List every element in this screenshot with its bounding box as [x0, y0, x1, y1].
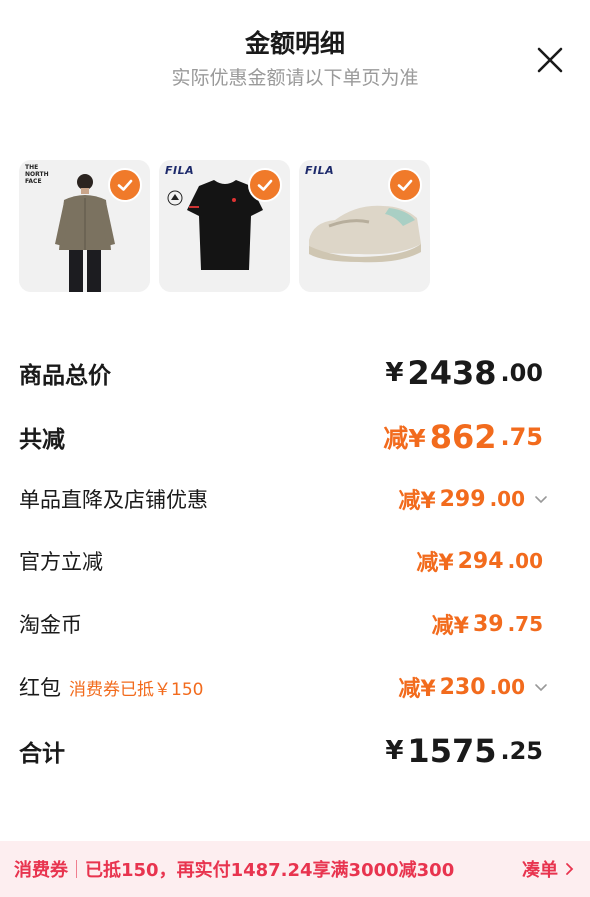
brand-logo-fila: FILA: [165, 164, 195, 177]
sheet-subtitle: 实际优惠金额请以下单页为准: [171, 67, 419, 89]
brand-logo-fila: FILA: [305, 164, 335, 177]
row-label: 官方立减: [19, 550, 103, 574]
store-discount-amount: 减¥ 299.00: [398, 483, 549, 515]
amount-int: 230: [439, 674, 486, 700]
row-total-discount: 共减 减¥ 862.75: [19, 418, 549, 456]
product-thumb-tshirt[interactable]: FILA: [159, 160, 290, 292]
row-label: 共减: [19, 427, 65, 453]
check-icon: [257, 179, 273, 191]
product-thumb-sneaker[interactable]: FILA: [299, 160, 430, 292]
sheet-header: 金额明细 实际优惠金额请以下单页为准: [0, 26, 590, 92]
product-thumb-jacket[interactable]: THE NORTH FACE: [19, 160, 150, 292]
amount-detail-sheet: 金额明细 实际优惠金额请以下单页为准 THE NORTH FACE FILA F…: [0, 0, 590, 897]
amount-dec: .00: [500, 359, 543, 387]
amount-int: 862: [429, 418, 497, 456]
check-icon: [397, 179, 413, 191]
row-taojinbi: 淘金币 减¥ 39.75: [19, 608, 549, 640]
row-label-group: 红包 消费券已抵￥150: [19, 672, 203, 702]
amount-int: 294: [457, 548, 504, 574]
row-label: 淘金币: [19, 613, 82, 637]
row-red-packet[interactable]: 红包 消费券已抵￥150 减¥ 230.00: [19, 671, 549, 703]
total-price-amount: ¥2438.00: [385, 354, 543, 392]
add-items-label: 凑单: [522, 860, 558, 881]
row-total-price: 商品总价 ¥2438.00: [19, 354, 549, 392]
discount-prefix: 减¥: [383, 424, 426, 453]
amount-dec: .75: [500, 423, 543, 451]
discount-prefix: 减¥: [398, 489, 436, 514]
selected-check-badge: [388, 168, 422, 202]
product-thumbnails: THE NORTH FACE FILA FILA: [19, 160, 430, 292]
row-subtotal: 合计 ¥1575.25: [19, 732, 549, 770]
discount-prefix: 减¥: [431, 614, 469, 639]
red-packet-amount: 减¥ 230.00: [398, 671, 549, 703]
amount-int: 1575: [407, 732, 497, 770]
check-icon: [117, 179, 133, 191]
close-icon: [537, 47, 563, 73]
amount-dec: .00: [489, 675, 525, 699]
amount-dec: .00: [507, 549, 543, 573]
coupon-applied-note: 消费券已抵￥150: [69, 679, 204, 700]
chevron-down-icon[interactable]: [533, 491, 549, 507]
coupon-tag: 消费券: [14, 860, 68, 881]
official-discount-amount: 减¥ 294.00: [416, 545, 543, 577]
amount-int: 2438: [407, 354, 497, 392]
discount-prefix: 减¥: [416, 551, 454, 576]
discount-prefix: 减¥: [398, 677, 436, 702]
amount-dec: .25: [500, 737, 543, 765]
taojinbi-amount: 减¥ 39.75: [432, 608, 543, 640]
brand-logo-tnf: THE NORTH FACE: [25, 164, 55, 185]
chevron-right-icon: [566, 863, 574, 875]
amount-int: 299: [439, 486, 486, 512]
brand-name: THE NORTH FACE: [25, 164, 49, 185]
add-items-button[interactable]: 凑单: [522, 856, 576, 882]
sheet-title: 金额明细: [244, 29, 345, 58]
row-official-discount: 官方立减 减¥ 294.00: [19, 545, 549, 577]
row-store-discount[interactable]: 单品直降及店铺优惠 减¥ 299.00: [19, 483, 549, 515]
row-label: 红包: [19, 676, 61, 700]
currency-symbol: ¥: [385, 736, 404, 766]
row-label: 单品直降及店铺优惠: [19, 488, 208, 512]
currency-symbol: ¥: [385, 358, 404, 388]
amount-dec: .75: [507, 612, 543, 636]
amount-dec: .00: [489, 487, 525, 511]
coupon-banner: 消费券 已抵150，再实付1487.24享满3000减300 凑单: [0, 841, 590, 897]
row-label: 合计: [19, 741, 65, 767]
amount-int: 39: [472, 611, 504, 637]
selected-check-badge: [108, 168, 142, 202]
divider: [76, 860, 77, 878]
coupon-message: 已抵150，再实付1487.24享满3000减300: [85, 860, 455, 881]
close-button[interactable]: [536, 46, 564, 74]
row-label: 商品总价: [19, 363, 111, 389]
total-discount-amount: 减¥ 862.75: [383, 418, 543, 456]
selected-check-badge: [248, 168, 282, 202]
chevron-down-icon[interactable]: [533, 679, 549, 695]
subtotal-amount: ¥1575.25: [385, 732, 543, 770]
